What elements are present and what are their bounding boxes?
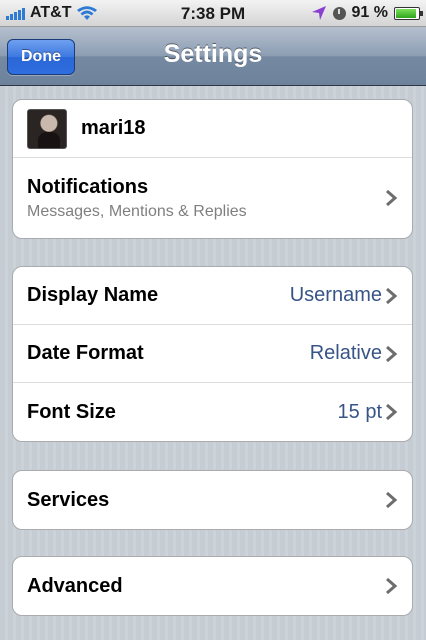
date-format-label: Date Format xyxy=(27,342,144,364)
date-format-value: Relative xyxy=(309,342,382,364)
notifications-label: Notifications xyxy=(27,175,149,198)
date-format-row[interactable]: Date Format Relative xyxy=(13,325,412,383)
chevron-right-icon xyxy=(386,287,398,304)
advanced-label: Advanced xyxy=(27,574,123,597)
display-group: Display Name Username Date Format Relati… xyxy=(12,266,413,442)
services-row[interactable]: Services xyxy=(13,471,412,529)
account-row[interactable]: mari18 xyxy=(13,100,412,158)
navigation-bar: Done Settings xyxy=(0,27,426,86)
services-group: Services xyxy=(12,470,413,530)
font-size-value: 15 pt xyxy=(337,400,382,423)
chevron-right-icon xyxy=(386,403,398,421)
account-group: mari18 Notifications Messages, Mentions … xyxy=(12,99,413,239)
battery-percent: 91 % xyxy=(351,4,388,21)
display-name-label: Display Name xyxy=(27,284,159,306)
page-title: Settings xyxy=(163,40,263,68)
advanced-group: Advanced xyxy=(12,556,413,616)
font-size-row[interactable]: Font Size 15 pt xyxy=(13,383,412,441)
services-label: Services xyxy=(27,488,110,511)
notifications-text: Notifications Messages, Mentions & Repli… xyxy=(27,176,247,221)
advanced-row[interactable]: Advanced xyxy=(13,557,412,615)
chevron-right-icon xyxy=(386,577,398,595)
status-right: 91 % xyxy=(311,4,423,22)
location-icon xyxy=(311,6,326,20)
font-size-label: Font Size xyxy=(27,400,116,423)
status-bar: AT&T 7:38 PM 91 % xyxy=(0,0,426,27)
chevron-right-icon xyxy=(386,189,398,207)
display-name-value: Username xyxy=(289,284,382,306)
chevron-right-icon xyxy=(386,345,398,362)
notifications-subtitle: Messages, Mentions & Replies xyxy=(27,202,247,220)
battery-icon xyxy=(394,6,423,20)
avatar xyxy=(27,108,67,149)
username-label: mari18 xyxy=(81,117,146,139)
notifications-row[interactable]: Notifications Messages, Mentions & Repli… xyxy=(13,158,412,238)
chevron-right-icon xyxy=(386,491,398,509)
clock-icon xyxy=(332,6,346,20)
display-name-row[interactable]: Display Name Username xyxy=(13,267,412,325)
